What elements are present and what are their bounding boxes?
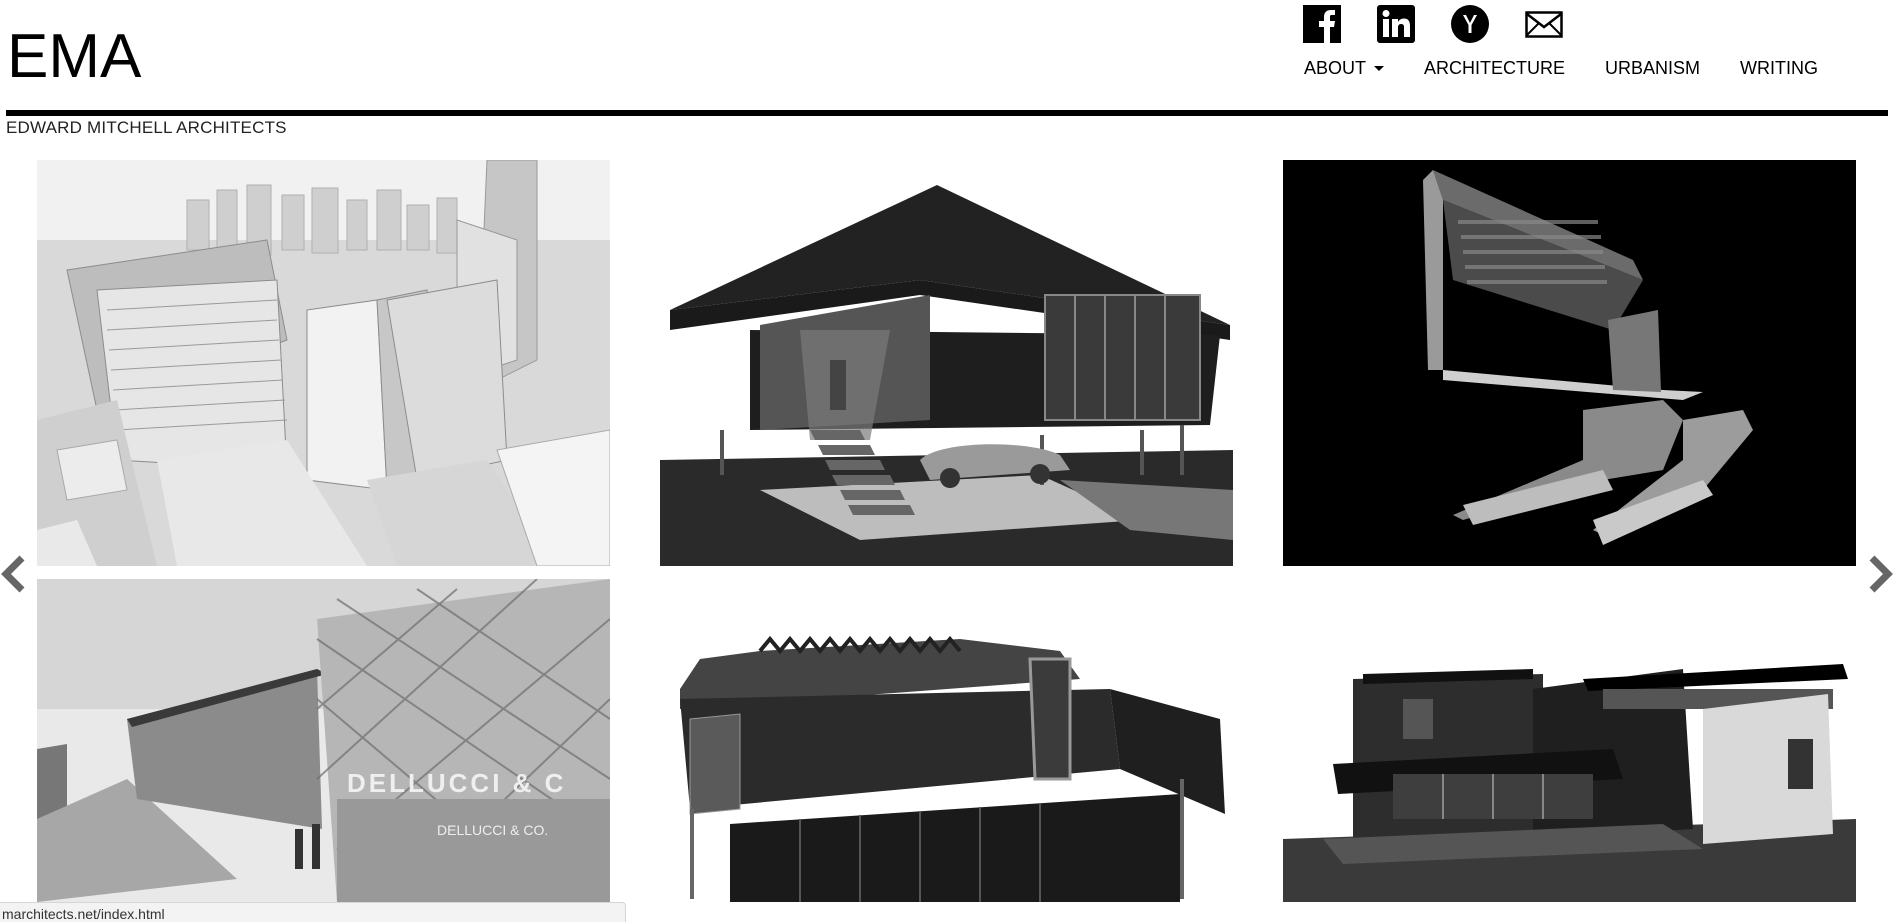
caret-down-icon	[1374, 66, 1385, 71]
site-logo[interactable]: EMA	[7, 26, 141, 88]
mail-icon[interactable]	[1525, 5, 1563, 43]
project-image-stilt-house	[660, 160, 1233, 566]
nav-architecture[interactable]: ARCHITECTURE	[1424, 58, 1565, 79]
project-tile-modern-house[interactable]	[1283, 579, 1856, 902]
social-links	[1303, 5, 1563, 43]
previous-arrow-icon[interactable]	[0, 554, 26, 594]
site-subtitle: EDWARD MITCHELL ARCHITECTS	[6, 118, 287, 137]
sign-small: DELLUCCI & CO.	[437, 822, 548, 838]
nav-about[interactable]: ABOUT	[1304, 58, 1385, 79]
project-image-dellucci-street: DELLUCCI & C DELLUCCI & CO.	[37, 579, 610, 902]
page: EMA ABOUT ARCHITECTURE URBANISM WRITING …	[0, 0, 1895, 922]
project-image-modern-house	[1283, 579, 1856, 902]
project-tile-canopy-render[interactable]	[1283, 160, 1856, 566]
project-image-canopy-render	[1283, 160, 1856, 566]
header-rule	[6, 110, 1888, 116]
project-image-urban-model	[37, 160, 610, 566]
project-tile-dellucci-street[interactable]: DELLUCCI & C DELLUCCI & CO.	[37, 579, 610, 902]
main-nav: ABOUT ARCHITECTURE URBANISM WRITING	[1304, 58, 1818, 79]
linkedin-icon[interactable]	[1377, 5, 1415, 43]
next-arrow-icon[interactable]	[1868, 554, 1894, 594]
browser-status-url: marchitects.net/index.html	[0, 902, 626, 922]
nav-writing[interactable]: WRITING	[1740, 58, 1818, 79]
project-tile-stilt-house[interactable]	[660, 160, 1233, 566]
facebook-icon[interactable]	[1303, 5, 1341, 43]
project-tile-container-building[interactable]	[660, 579, 1233, 902]
hacker-news-icon[interactable]	[1451, 5, 1489, 43]
nav-urbanism[interactable]: URBANISM	[1605, 58, 1700, 79]
sign-large: DELLUCCI & C	[347, 768, 566, 798]
project-image-container-building	[660, 579, 1233, 902]
project-tile-urban-model[interactable]	[37, 160, 610, 566]
nav-about-label: ABOUT	[1304, 58, 1367, 78]
